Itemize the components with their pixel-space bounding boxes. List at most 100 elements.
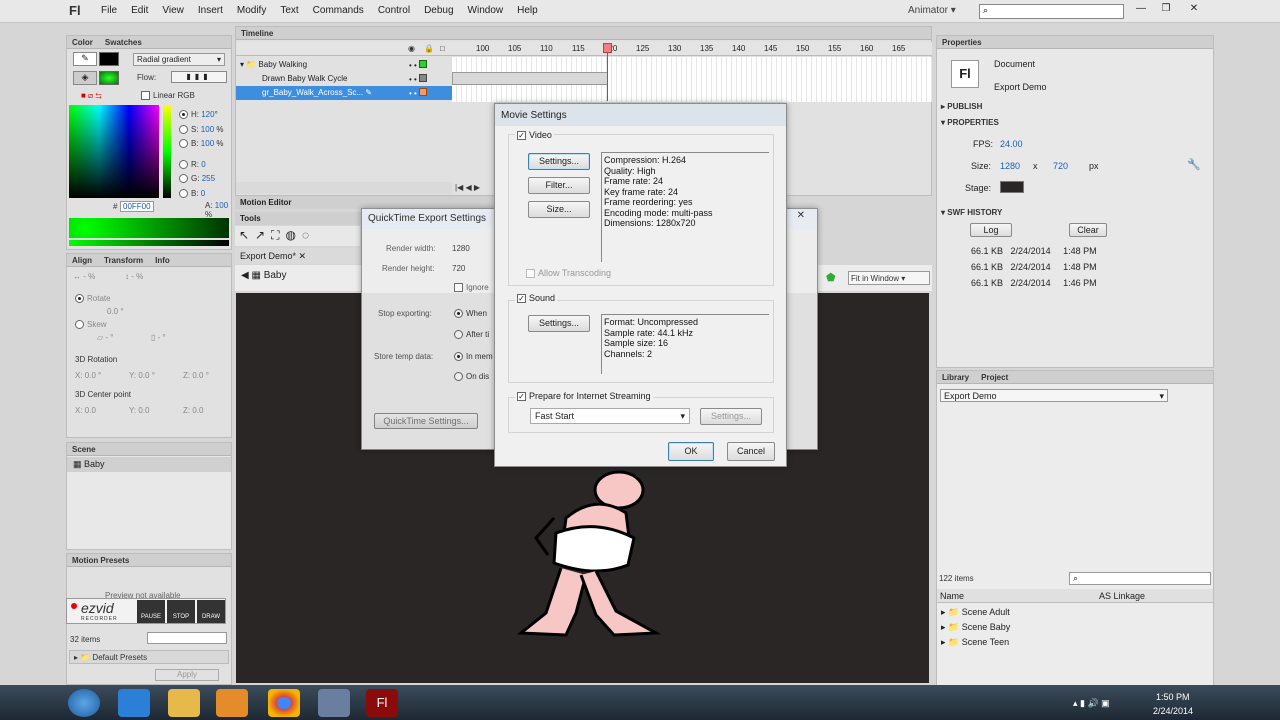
zoom-select[interactable]: Fit in Window ▾: [848, 271, 930, 285]
minimize-icon[interactable]: —: [1130, 2, 1152, 16]
flash-taskbar-icon[interactable]: Fl: [366, 689, 398, 717]
presets-folder[interactable]: ▸ 📁 Default Presets: [69, 650, 229, 664]
when-radio[interactable]: When: [454, 309, 487, 319]
gradient-preview[interactable]: [69, 218, 229, 238]
skew-x[interactable]: ▱ - °: [97, 333, 113, 342]
rotate-radio[interactable]: Rotate: [75, 294, 111, 304]
fill-type-select[interactable]: Radial gradient ▾: [133, 53, 225, 66]
apply-button[interactable]: Apply: [155, 669, 219, 681]
stage-color-swatch[interactable]: [1000, 181, 1024, 193]
menu-debug[interactable]: Debug: [424, 5, 453, 16]
tools-bar[interactable]: ↖↗⛶◍◌: [235, 226, 360, 246]
wrench-icon[interactable]: 🔧: [1187, 158, 1201, 171]
start-button[interactable]: [68, 689, 100, 717]
fill-icon[interactable]: ◈: [73, 71, 97, 85]
stroke-icon[interactable]: ✎: [73, 52, 97, 66]
presets-search-input[interactable]: [147, 632, 227, 644]
stop-button[interactable]: STOP: [167, 600, 195, 623]
document-tab[interactable]: Export Demo* ✕: [235, 248, 360, 264]
menu-text[interactable]: Text: [280, 5, 298, 16]
pause-button[interactable]: PAUSE: [137, 600, 165, 623]
help-search-input[interactable]: ⌕: [979, 4, 1124, 19]
app-icon[interactable]: [318, 689, 350, 717]
skew-radio[interactable]: Skew: [75, 320, 107, 330]
rot3d-y[interactable]: Y: 0.0 °: [129, 371, 155, 380]
sound-settings-button[interactable]: Settings...: [528, 315, 590, 332]
layer-row-selected[interactable]: gr_Baby_Walk_Across_Sc... ✎ • •: [236, 86, 452, 100]
eye-icon[interactable]: ◉: [408, 44, 415, 53]
log-button[interactable]: Log: [970, 223, 1012, 237]
layer-row[interactable]: Drawn Baby Walk Cycle • •: [236, 72, 452, 86]
stroke-color-swatch[interactable]: [99, 52, 119, 66]
width-value[interactable]: 1280: [1000, 161, 1020, 171]
draw-button[interactable]: DRAW: [197, 600, 225, 623]
flow-buttons[interactable]: ▮▮▮: [171, 71, 227, 83]
center-z[interactable]: Z: 0.0: [183, 406, 203, 415]
hue-value[interactable]: 120: [201, 110, 214, 119]
tab-info[interactable]: Info: [155, 256, 170, 265]
tab-project[interactable]: Project: [981, 373, 1008, 382]
swap-colors-icon[interactable]: ■ ⧄ ⇆: [81, 91, 102, 101]
menu-control[interactable]: Control: [378, 5, 410, 16]
layer-row[interactable]: ▾ 📁 Baby Walking • •: [236, 58, 452, 72]
menu-modify[interactable]: Modify: [237, 5, 266, 16]
gradient-bar[interactable]: [69, 240, 229, 246]
tab-swatches[interactable]: Swatches: [105, 38, 142, 47]
library-document-select[interactable]: Export Demo ▾: [940, 389, 1168, 402]
saturation-value[interactable]: 100: [201, 125, 214, 134]
streaming-checkbox[interactable]: ✓ Prepare for Internet Streaming: [515, 391, 653, 402]
library-search-input[interactable]: ⌕: [1069, 572, 1211, 585]
streaming-settings-button[interactable]: Settings...: [700, 408, 762, 425]
edit-symbol-icon[interactable]: ⬟: [826, 271, 836, 284]
linear-rgb-checkbox[interactable]: Linear RGB: [141, 91, 195, 101]
tab-library[interactable]: Library: [942, 373, 969, 382]
frame-span[interactable]: [452, 72, 608, 85]
height-value[interactable]: 720: [1053, 161, 1068, 171]
color-picker-field[interactable]: [69, 105, 159, 198]
menu-file[interactable]: File: [101, 5, 117, 16]
playhead-handle[interactable]: [603, 43, 612, 53]
workspace-switcher[interactable]: Animator ▾: [908, 5, 956, 16]
scale-height[interactable]: ↕ - %: [125, 272, 143, 281]
restore-icon[interactable]: ❐: [1155, 2, 1177, 16]
outline-icon[interactable]: □: [440, 44, 445, 53]
menu-view[interactable]: View: [162, 5, 184, 16]
blue-value[interactable]: 0: [201, 189, 205, 198]
on-disk-radio[interactable]: On dis: [454, 372, 489, 382]
ignore-checkbox[interactable]: Ignore: [454, 283, 489, 293]
swf-history-section[interactable]: ▾ SWF HISTORY: [941, 208, 1002, 217]
brightness-value[interactable]: 100: [201, 139, 214, 148]
video-checkbox[interactable]: ✓ Video: [515, 130, 554, 141]
video-settings-button[interactable]: Settings...: [528, 153, 590, 170]
library-item[interactable]: ▸ 📁 Scene Teen: [941, 635, 1010, 650]
size-button[interactable]: Size...: [528, 201, 590, 218]
filter-button[interactable]: Filter...: [528, 177, 590, 194]
tab-color[interactable]: Color: [72, 38, 93, 47]
skew-y[interactable]: ▯ - °: [151, 333, 166, 342]
col-linkage[interactable]: AS Linkage: [1099, 591, 1145, 601]
ie-icon[interactable]: [118, 689, 150, 717]
library-item[interactable]: ▸ 📁 Scene Adult: [941, 605, 1010, 620]
rotate-value[interactable]: 0.0 °: [107, 307, 124, 316]
chrome-icon[interactable]: [268, 689, 300, 717]
render-height-value[interactable]: 720: [452, 264, 465, 273]
library-item[interactable]: ▸ 📁 Scene Baby: [941, 620, 1010, 635]
clear-button[interactable]: Clear: [1069, 223, 1107, 237]
scale-width[interactable]: ↔ - %: [73, 272, 95, 281]
tab-transform[interactable]: Transform: [104, 256, 143, 265]
layer-toolbar[interactable]: [236, 182, 452, 194]
center-x[interactable]: X: 0.0: [75, 406, 96, 415]
green-value[interactable]: 255: [202, 174, 215, 183]
red-value[interactable]: 0: [201, 160, 205, 169]
menu-insert[interactable]: Insert: [198, 5, 223, 16]
hex-input[interactable]: 00FF00: [120, 201, 154, 212]
ok-button[interactable]: OK: [668, 442, 714, 461]
menu-edit[interactable]: Edit: [131, 5, 148, 16]
quicktime-settings-button[interactable]: QuickTime Settings...: [374, 413, 478, 429]
tray-icons[interactable]: ▴ ▮ 🔊 ▣: [1073, 698, 1110, 709]
streaming-select[interactable]: Fast Start ▾: [530, 408, 690, 424]
menu-window[interactable]: Window: [468, 5, 504, 16]
allow-transcoding-checkbox[interactable]: Allow Transcoding: [526, 268, 611, 279]
playback-controls[interactable]: |◀ ◀ ▶: [455, 183, 480, 192]
menu-commands[interactable]: Commands: [313, 5, 364, 16]
